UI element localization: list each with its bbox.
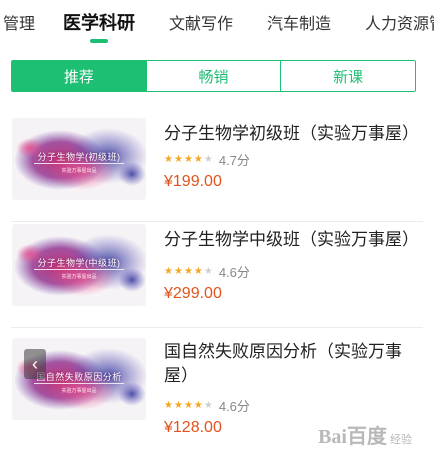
category-tab-label: 汽车制造 xyxy=(267,16,332,33)
course-rating: ★ ★ ★ ★ ★ 4.7分 xyxy=(164,150,250,169)
star-icon: ★ xyxy=(173,265,183,277)
course-card[interactable]: 分子生物学(中级班) 实验万事屋出品 分子生物学中级班（实验万事屋） ★ ★ ★… xyxy=(0,210,434,328)
course-price: ¥199.00 xyxy=(164,173,222,190)
course-title[interactable]: 分子生物学初级班（实验万事屋） xyxy=(164,122,419,146)
course-thumbnail[interactable]: 分子生物学(初级班) 实验万事屋出品 xyxy=(12,118,146,200)
category-tab-literature-writing[interactable]: 文献写作 xyxy=(169,10,233,34)
category-tab-human-resources[interactable]: 人力资源管 xyxy=(365,10,434,34)
thumbnail-subtitle: 实验万事屋出品 xyxy=(61,274,97,280)
thumbnail-title: 分子生物学(中级班) xyxy=(37,258,121,268)
segment-bestselling[interactable]: 畅销 xyxy=(145,61,281,91)
rating-stars: ★ ★ ★ ★ ★ xyxy=(164,399,214,411)
category-tab-management[interactable]: 管理 xyxy=(3,10,35,34)
course-card[interactable]: 分子生物学(初级班) 实验万事屋出品 分子生物学初级班（实验万事屋） ★ ★ ★… xyxy=(0,104,434,222)
star-icon: ★ xyxy=(203,265,213,277)
thumbnail-subtitle: 实验万事屋出品 xyxy=(61,388,97,394)
star-icon: ★ xyxy=(203,399,213,411)
course-price: ¥128.00 xyxy=(164,419,222,436)
category-tab-automotive[interactable]: 汽车制造 xyxy=(267,10,331,34)
category-tabs: 管理 医学科研 文献写作 汽车制造 人力资源管 xyxy=(0,0,434,44)
star-icon: ★ xyxy=(164,153,173,165)
star-icon: ★ xyxy=(193,399,203,411)
rating-score: 4.6分 xyxy=(218,399,250,414)
thumbnail-subtitle: 实验万事屋出品 xyxy=(61,168,97,174)
star-icon: ★ xyxy=(173,399,183,411)
course-rating: ★ ★ ★ ★ ★ 4.6分 xyxy=(164,396,250,415)
course-title[interactable]: 分子生物学中级班（实验万事屋） xyxy=(164,228,419,252)
star-icon: ★ xyxy=(164,265,173,277)
category-tab-medical-research[interactable]: 医学科研 xyxy=(63,9,136,43)
course-thumbnail[interactable]: 分子生物学(中级班) 实验万事屋出品 xyxy=(12,224,146,306)
watermark-subtitle: 经验 xyxy=(390,434,412,446)
sort-segmented-control: 推荐 畅销 新课 xyxy=(11,60,416,92)
star-icon: ★ xyxy=(183,153,193,165)
category-tab-label: 文献写作 xyxy=(169,16,234,33)
watermark-logo: Bai百度 xyxy=(318,426,387,448)
star-icon: ★ xyxy=(183,265,193,277)
category-tab-label: 管理 xyxy=(3,16,36,33)
category-tab-label: 人力资源管 xyxy=(365,16,434,33)
rating-score: 4.7分 xyxy=(218,153,250,168)
rating-score: 4.6分 xyxy=(218,265,250,280)
star-icon: ★ xyxy=(193,265,203,277)
baidu-watermark: Bai百度 经验 xyxy=(318,420,412,449)
course-title[interactable]: 国自然失败原因分析（实验万事屋） xyxy=(164,340,416,388)
thumbnail-title: 分子生物学(初级班) xyxy=(37,152,121,162)
segment-recommended[interactable]: 推荐 xyxy=(12,61,146,91)
star-icon: ★ xyxy=(164,399,173,411)
category-tab-label: 医学科研 xyxy=(63,13,136,33)
course-price: ¥299.00 xyxy=(164,285,222,302)
star-icon: ★ xyxy=(203,153,213,165)
rating-stars: ★ ★ ★ ★ ★ xyxy=(164,153,214,165)
star-icon: ★ xyxy=(193,153,203,165)
active-tab-indicator xyxy=(90,39,109,43)
segment-new[interactable]: 新课 xyxy=(280,61,415,91)
star-icon: ★ xyxy=(183,399,193,411)
course-rating: ★ ★ ★ ★ ★ 4.6分 xyxy=(164,262,250,281)
star-icon: ★ xyxy=(173,153,183,165)
rating-stars: ★ ★ ★ ★ ★ xyxy=(164,265,214,277)
chevron-left-icon[interactable]: ‹ xyxy=(24,349,46,379)
